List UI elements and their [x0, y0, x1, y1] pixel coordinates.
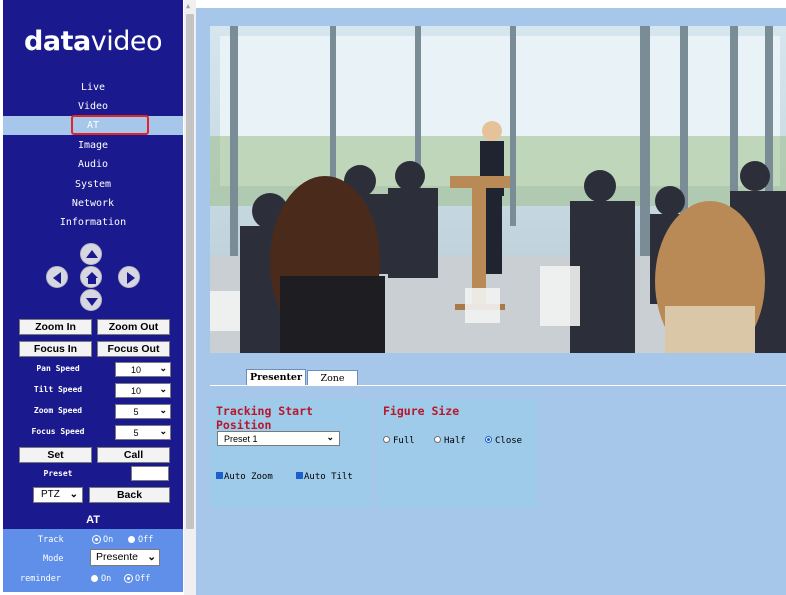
- radio-icon: [383, 436, 390, 443]
- zoom-speed-select[interactable]: 5 ⌄: [115, 404, 171, 419]
- right-arrow-icon[interactable]: [118, 266, 140, 288]
- nav-item-system[interactable]: System: [3, 175, 183, 194]
- tab-presenter[interactable]: Presenter: [246, 369, 306, 386]
- focus-in-button[interactable]: Focus In: [19, 341, 92, 357]
- chevron-down-icon: ⌄: [159, 426, 167, 436]
- scrollbar-thumb[interactable]: [186, 14, 194, 529]
- pan-speed-select[interactable]: 10 ⌄: [115, 362, 171, 377]
- track-label: Track: [38, 535, 64, 545]
- figure-size-close-radio[interactable]: Close: [485, 436, 522, 446]
- focus-speed-label: Focus Speed: [31, 427, 85, 436]
- set-button[interactable]: Set: [19, 447, 92, 463]
- chevron-down-icon: ⌄: [159, 363, 167, 373]
- tracking-preset-select[interactable]: Preset 1 ⌄: [217, 431, 340, 446]
- radio-selected-icon: [93, 536, 100, 543]
- radio-icon: [91, 575, 98, 582]
- active-nav-highlight: [71, 115, 149, 135]
- radio-selected-icon: [485, 436, 492, 443]
- tracking-start-position-title: Tracking Start Position: [216, 404, 313, 432]
- nav-item-information[interactable]: Information: [3, 213, 183, 232]
- nav-item-image[interactable]: Image: [3, 136, 183, 155]
- at-section-title: AT: [3, 512, 183, 529]
- reminder-label: reminder: [20, 574, 61, 584]
- home-icon[interactable]: [80, 266, 102, 288]
- auto-zoom-checkbox[interactable]: Auto Zoom: [216, 472, 273, 482]
- tilt-speed-label: Tilt Speed: [33, 385, 83, 394]
- tilt-speed-select[interactable]: 10 ⌄: [115, 383, 171, 398]
- preset-label: Preset: [43, 469, 73, 478]
- up-arrow-icon[interactable]: [80, 243, 102, 265]
- down-arrow-icon[interactable]: [80, 289, 102, 311]
- top-edge: [196, 0, 786, 8]
- zoom-in-button[interactable]: Zoom In: [19, 319, 92, 335]
- chevron-down-icon: ⌄: [159, 384, 167, 394]
- scroll-up-arrow-icon[interactable]: ▲: [186, 2, 190, 10]
- nav-item-live[interactable]: Live: [3, 78, 183, 97]
- chevron-down-icon: ⌄: [326, 432, 334, 442]
- checkbox-checked-icon: [216, 472, 223, 479]
- figure-size-title: Figure Size: [383, 404, 460, 418]
- nav-item-video[interactable]: Video: [3, 97, 183, 116]
- chevron-down-icon: ⌄: [159, 405, 167, 415]
- ptz-mode-select[interactable]: PTZ ⌄: [33, 487, 83, 503]
- figure-size-full-radio[interactable]: Full: [383, 436, 415, 446]
- pan-speed-label: Pan Speed: [36, 364, 80, 373]
- sidebar: datavideo Live Video AT Image Audio Syst…: [3, 0, 183, 592]
- back-button[interactable]: Back: [89, 487, 170, 503]
- at-settings-panel: Track On Off Mode Presente ⌄ reminder On…: [3, 529, 183, 592]
- reminder-off-radio[interactable]: Off: [125, 574, 150, 584]
- focus-out-button[interactable]: Focus Out: [97, 341, 170, 357]
- live-video-feed: [210, 26, 786, 353]
- checkbox-checked-icon: [296, 472, 303, 479]
- radio-icon: [434, 436, 441, 443]
- chevron-down-icon: ⌄: [69, 489, 78, 500]
- datavideo-logo: datavideo: [24, 26, 162, 57]
- track-on-radio[interactable]: On: [93, 535, 113, 545]
- nav-item-audio[interactable]: Audio: [3, 155, 183, 174]
- focus-speed-select[interactable]: 5 ⌄: [115, 425, 171, 440]
- at-mode-select[interactable]: Presente ⌄: [90, 549, 160, 566]
- zoom-out-button[interactable]: Zoom Out: [97, 319, 170, 335]
- call-button[interactable]: Call: [97, 447, 170, 463]
- tab-zone[interactable]: Zone: [307, 370, 358, 386]
- figure-size-card: Figure Size Full Half Close: [377, 399, 537, 508]
- nav-item-network[interactable]: Network: [3, 194, 183, 213]
- reminder-on-radio[interactable]: On: [91, 574, 111, 584]
- track-off-radio[interactable]: Off: [128, 535, 153, 545]
- sidebar-scrollbar[interactable]: ▲: [184, 0, 196, 595]
- radio-selected-icon: [125, 575, 132, 582]
- zoom-speed-label: Zoom Speed: [33, 406, 83, 415]
- tab-underline: [210, 385, 786, 386]
- radio-icon: [128, 536, 135, 543]
- preset-input[interactable]: [131, 466, 169, 481]
- tracking-start-position-card: Tracking Start Position Preset 1 ⌄ Auto …: [210, 399, 371, 508]
- auto-tilt-checkbox[interactable]: Auto Tilt: [296, 472, 353, 482]
- mode-label: Mode: [43, 554, 64, 564]
- chevron-down-icon: ⌄: [147, 550, 156, 565]
- main-panel: Presenter Zone Tracking Start Position P…: [196, 0, 786, 595]
- left-arrow-icon[interactable]: [46, 266, 68, 288]
- figure-size-half-radio[interactable]: Half: [434, 436, 466, 446]
